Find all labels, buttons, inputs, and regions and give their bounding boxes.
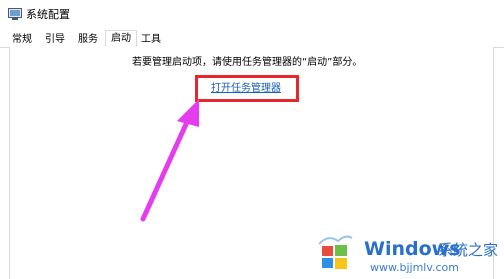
tab-startup[interactable]: 启动	[105, 30, 137, 47]
window-title: 系统配置	[26, 8, 70, 21]
startup-message: 若要管理启动项，请使用任务管理器的“启动”部分。	[132, 57, 363, 68]
system-config-window: 系统配置 常规 引导 服务 启动 工具 若要管理启动项，请使用任务管理器的“启动…	[0, 0, 504, 279]
windows-logo-icon	[318, 235, 353, 269]
watermark-brand-cn: 系统之家	[438, 241, 499, 259]
watermark-url: www.bjjmlv.com	[370, 261, 459, 274]
watermark: Windows 系统之家 www.bjjmlv.com	[306, 232, 504, 279]
title-bar: 系统配置	[0, 0, 504, 30]
tab-tools[interactable]: 工具	[139, 32, 163, 47]
highlight-box	[195, 75, 299, 102]
tab-boot[interactable]: 引导	[43, 32, 67, 47]
tab-strip: 常规 引导 服务 启动 工具	[0, 30, 504, 48]
system-config-icon	[8, 8, 22, 20]
tab-services[interactable]: 服务	[75, 32, 101, 47]
tab-general[interactable]: 常规	[10, 32, 34, 47]
